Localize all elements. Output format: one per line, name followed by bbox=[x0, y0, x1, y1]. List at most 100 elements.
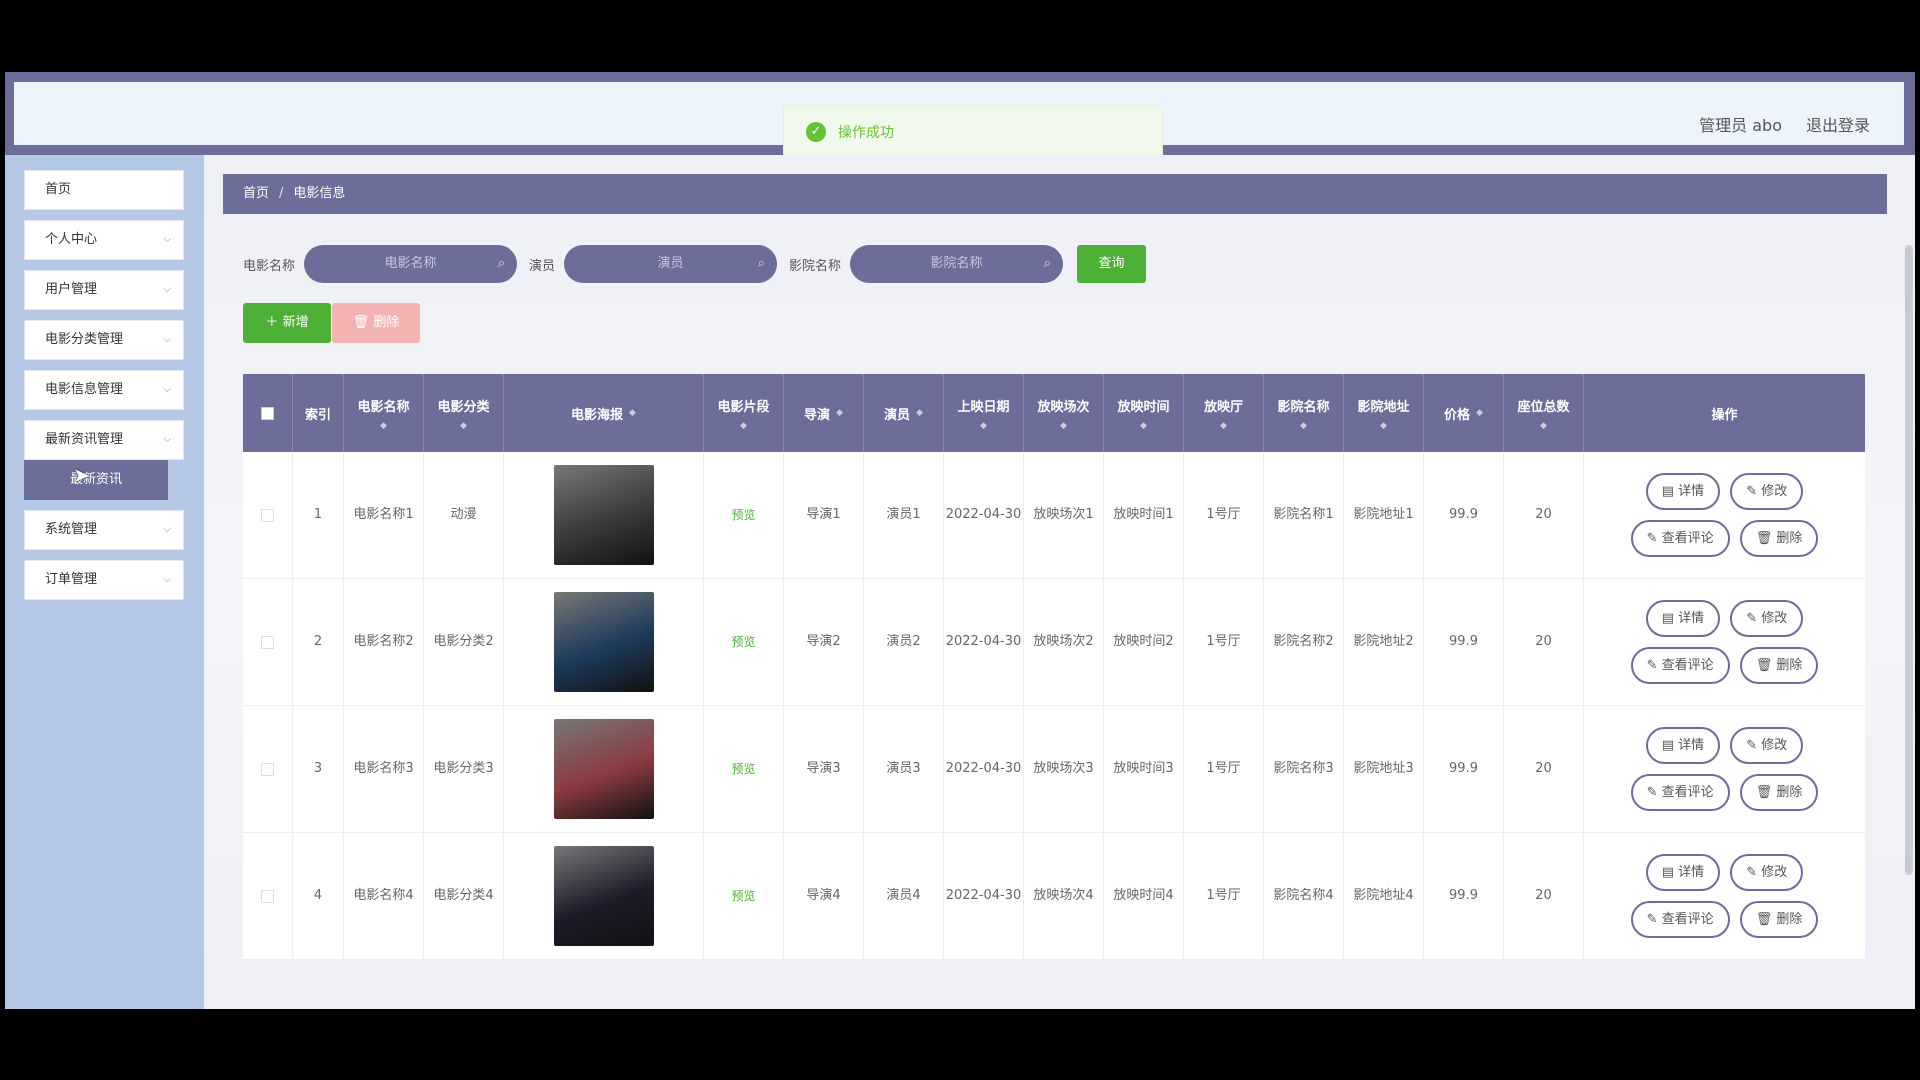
col-header-price[interactable]: 价格 ◆ bbox=[1424, 374, 1504, 452]
detail-button[interactable]: ▤ 详情 bbox=[1645, 727, 1721, 764]
row-checkbox[interactable] bbox=[261, 889, 274, 903]
delete-button[interactable]: 🗑 删除 bbox=[1739, 647, 1819, 684]
select-all-checkbox[interactable] bbox=[261, 406, 274, 420]
movie-poster-image[interactable] bbox=[553, 465, 654, 565]
mouse-pointer-icon: ➤ bbox=[73, 463, 90, 487]
col-header-session[interactable]: 放映场次 ◆ bbox=[1024, 374, 1104, 452]
cell-actor: 演员1 bbox=[864, 452, 944, 578]
cell-ops: ▤ 详情 ✎ 修改 ✎ 查看评论 🗑 删除 bbox=[1584, 452, 1865, 578]
cell-index: 3 bbox=[293, 706, 344, 832]
sidebar-subitem-latest-news[interactable]: 最新资讯 bbox=[24, 460, 168, 500]
search-input-actor[interactable]: 演员 ⌕ bbox=[564, 245, 778, 283]
view-comments-button[interactable]: ✎ 查看评论 bbox=[1630, 901, 1730, 938]
detail-button[interactable]: ▤ 详情 bbox=[1645, 854, 1721, 891]
delete-button[interactable]: 🗑 删除 bbox=[1739, 520, 1819, 557]
sort-icon: ◆ bbox=[460, 420, 467, 431]
view-comments-button[interactable]: ✎ 查看评论 bbox=[1630, 647, 1730, 684]
cell-hall: 1号厅 bbox=[1184, 452, 1264, 578]
edit-button[interactable]: ✎ 修改 bbox=[1730, 473, 1804, 510]
row-checkbox[interactable] bbox=[261, 762, 274, 776]
row-checkbox-cell bbox=[243, 706, 293, 832]
trash-icon: 🗑 bbox=[1755, 531, 1777, 546]
cell-category: 电影分类3 bbox=[424, 706, 504, 832]
document-icon: ▤ bbox=[1661, 611, 1679, 626]
view-comments-button[interactable]: ✎ 查看评论 bbox=[1630, 520, 1730, 557]
col-header-time[interactable]: 放映时间 ◆ bbox=[1104, 374, 1184, 452]
detail-button[interactable]: ▤ 详情 bbox=[1645, 600, 1721, 637]
chevron-down-icon: ⌵ bbox=[163, 434, 171, 445]
sort-icon: ◆ bbox=[1540, 420, 1547, 431]
preview-link[interactable]: 预览 bbox=[731, 758, 755, 780]
search-input-movie-name[interactable]: 电影名称 ⌕ bbox=[304, 245, 518, 283]
table-row: 1 电影名称1 动漫 预览 导演1 演员1 2022-04-30 放映场次1 放映时间1 1号厅影… bbox=[243, 452, 1865, 579]
query-button[interactable]: 查询 bbox=[1077, 245, 1147, 283]
detail-button[interactable]: ▤ 详情 bbox=[1645, 473, 1721, 510]
cell-date: 2022-04-30 bbox=[944, 452, 1024, 578]
cell-category: 电影分类2 bbox=[424, 579, 504, 705]
col-header-date[interactable]: 上映日期 ◆ bbox=[944, 374, 1024, 452]
edit-button[interactable]: ✎ 修改 bbox=[1730, 600, 1804, 637]
col-header-name[interactable]: 电影名称 ◆ bbox=[344, 374, 424, 452]
delete-button[interactable]: 🗑 删除 bbox=[1739, 774, 1819, 811]
col-header-address[interactable]: 影院地址 ◆ bbox=[1344, 374, 1424, 452]
sort-icon: ◆ bbox=[1060, 420, 1067, 431]
scrollbar[interactable] bbox=[1905, 245, 1913, 875]
view-comments-button[interactable]: ✎ 查看评论 bbox=[1630, 774, 1730, 811]
sort-icon: ◆ bbox=[980, 420, 987, 431]
cell-director: 导演1 bbox=[784, 452, 864, 578]
sidebar-item-movie-info[interactable]: 电影信息管理 ⌵ bbox=[24, 370, 184, 410]
admin-name: 管理员 abo bbox=[1699, 116, 1782, 135]
preview-link[interactable]: 预览 bbox=[731, 631, 755, 653]
col-header-actor[interactable]: 演员 ◆ bbox=[864, 374, 944, 452]
col-header-hall[interactable]: 放映厅 ◆ bbox=[1184, 374, 1264, 452]
cell-hall: 1号厅 bbox=[1184, 833, 1264, 959]
delete-button[interactable]: 🗑 删除 bbox=[1739, 901, 1819, 938]
movie-poster-image[interactable] bbox=[553, 592, 654, 692]
row-checkbox[interactable] bbox=[261, 508, 274, 522]
col-header-clip[interactable]: 电影片段 ◆ bbox=[704, 374, 784, 452]
search-label-actor: 演员 bbox=[529, 258, 556, 274]
breadcrumb-current: 电影信息 bbox=[293, 186, 346, 201]
sort-icon: ◆ bbox=[1380, 420, 1387, 431]
cell-clip: 预览 bbox=[704, 833, 784, 959]
cell-ops: ▤ 详情 ✎ 修改 ✎ 查看评论 🗑 删除 bbox=[1584, 706, 1865, 832]
col-header-director[interactable]: 导演 ◆ bbox=[784, 374, 864, 452]
logout-link[interactable]: 退出登录 bbox=[1806, 112, 1870, 136]
sidebar: 首页 个人中心 ⌵ 用户管理 ⌵ 电影分类管理 ⌵ 电影信息管理 ⌵ 最新资讯管理 ⌵ 最… bbox=[5, 155, 204, 1009]
col-header-seats[interactable]: 座位总数 ◆ bbox=[1504, 374, 1584, 452]
row-checkbox[interactable] bbox=[261, 635, 274, 649]
sidebar-item-system[interactable]: 系统管理 ⌵ bbox=[24, 510, 184, 550]
row-checkbox-cell bbox=[243, 452, 293, 578]
cell-session: 放映场次2 bbox=[1024, 579, 1104, 705]
sidebar-item-home[interactable]: 首页 bbox=[24, 170, 184, 210]
col-header-category[interactable]: 电影分类 ◆ bbox=[424, 374, 504, 452]
sidebar-item-news[interactable]: 最新资讯管理 ⌵ bbox=[24, 420, 184, 460]
sidebar-item-users[interactable]: 用户管理 ⌵ bbox=[24, 270, 184, 310]
edit-button[interactable]: ✎ 修改 bbox=[1730, 727, 1804, 764]
chevron-down-icon: ⌵ bbox=[163, 334, 171, 345]
movie-poster-image[interactable] bbox=[553, 846, 654, 946]
movie-table: 索引 电影名称 ◆ 电影分类 ◆ 电影海报 ◆ 电影片段 ◆ 导演 ◆ 演员 ◆ 上映日期 ◆… bbox=[243, 374, 1865, 960]
col-header-cinema[interactable]: 影院名称 ◆ bbox=[1264, 374, 1344, 452]
sidebar-item-orders[interactable]: 订单管理 ⌵ bbox=[24, 560, 184, 600]
document-icon: ▤ bbox=[1661, 484, 1679, 499]
preview-link[interactable]: 预览 bbox=[731, 504, 755, 526]
pencil-icon: ✎ bbox=[1646, 785, 1662, 800]
movie-poster-image[interactable] bbox=[553, 719, 654, 819]
row-checkbox-cell bbox=[243, 833, 293, 959]
breadcrumb-home[interactable]: 首页 bbox=[243, 186, 269, 201]
search-input-cinema[interactable]: 影院名称 ⌕ bbox=[850, 245, 1064, 283]
sidebar-item-movie-category[interactable]: 电影分类管理 ⌵ bbox=[24, 320, 184, 360]
edit-button[interactable]: ✎ 修改 bbox=[1730, 854, 1804, 891]
cell-date: 2022-04-30 bbox=[944, 706, 1024, 832]
sidebar-item-personal[interactable]: 个人中心 ⌵ bbox=[24, 220, 184, 260]
batch-delete-button[interactable]: 🗑 删除 bbox=[332, 303, 420, 343]
pencil-icon: ✎ bbox=[1646, 912, 1662, 927]
cell-seats: 20 bbox=[1504, 706, 1584, 832]
col-header-poster[interactable]: 电影海报 ◆ bbox=[504, 374, 704, 452]
table-row: 4 电影名称4 电影分类4 预览 导演4 演员4 2022-04-30 放映场次4 放映时间4 1… bbox=[243, 833, 1865, 960]
breadcrumb: 首页 / 电影信息 bbox=[223, 174, 1887, 214]
add-button[interactable]: ＋ 新增 bbox=[243, 303, 331, 343]
preview-link[interactable]: 预览 bbox=[731, 885, 755, 907]
cell-hall: 1号厅 bbox=[1184, 706, 1264, 832]
